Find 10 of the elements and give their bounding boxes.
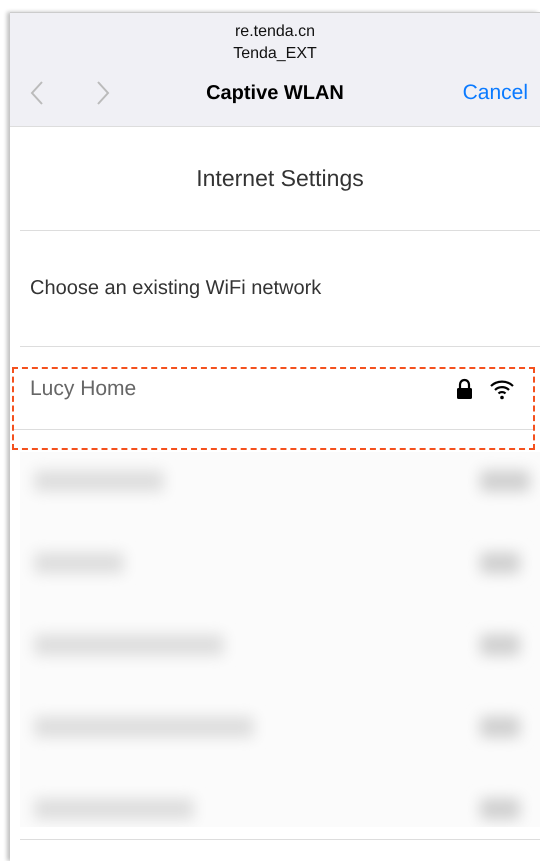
network-row[interactable]: Lucy Home <box>14 369 533 430</box>
prompt-text: Choose an existing WiFi network <box>30 277 322 299</box>
forward-icon[interactable] <box>96 80 110 106</box>
back-icon[interactable] <box>30 80 44 106</box>
network-name: Tenda_EXT <box>233 44 317 64</box>
cancel-button[interactable]: Cancel <box>462 81 528 105</box>
window-title: Captive WLAN <box>206 82 344 104</box>
page-url: re.tenda.cn <box>234 22 316 42</box>
wifi-icon <box>489 378 515 400</box>
page-title: Internet Settings <box>195 164 365 193</box>
